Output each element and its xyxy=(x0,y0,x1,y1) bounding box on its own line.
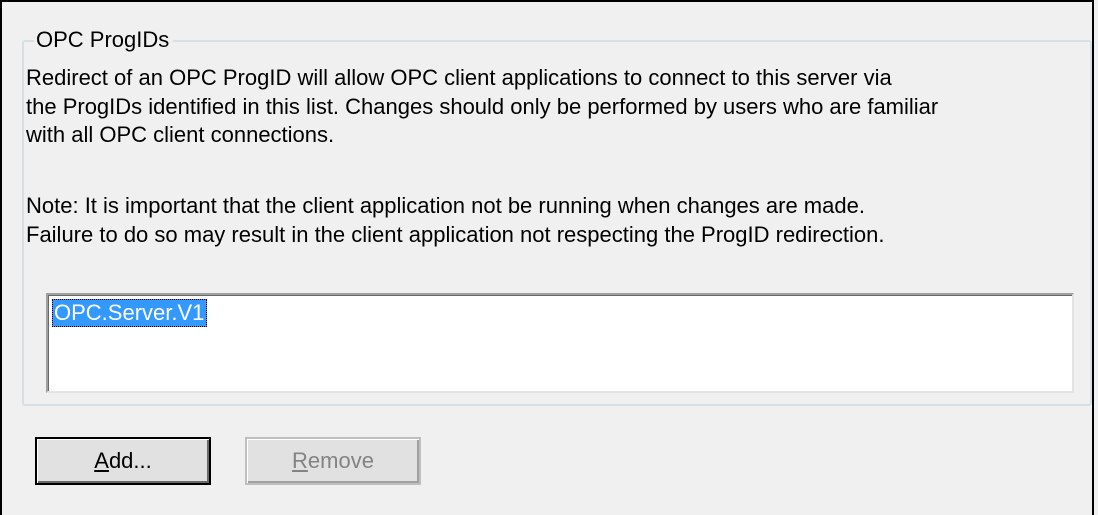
progid-listbox[interactable]: OPC.Server.V1 xyxy=(46,293,1074,393)
note-text: Note: It is important that the client ap… xyxy=(26,192,1086,249)
description-line: the ProgIDs identified in this list. Cha… xyxy=(26,93,939,119)
remove-button[interactable]: Remove xyxy=(245,437,421,485)
description-line: Redirect of an OPC ProgID will allow OPC… xyxy=(26,65,892,90)
remove-button-mnemonic: R xyxy=(292,448,308,473)
note-line: Failure to do so may result in the clien… xyxy=(26,221,885,247)
add-button[interactable]: Add... xyxy=(35,437,211,485)
add-button-mnemonic: A xyxy=(94,448,109,473)
note-line: Note: It is important that the client ap… xyxy=(26,193,865,218)
description-line: with all OPC client connections. xyxy=(26,122,335,147)
add-button-label: dd... xyxy=(108,448,152,473)
remove-button-label: emove xyxy=(307,448,374,473)
groupbox-title: OPC ProgIDs xyxy=(34,23,174,57)
list-item-progid[interactable]: OPC.Server.V1 xyxy=(52,299,208,327)
description-text: Redirect of an OPC ProgID will allow OPC… xyxy=(26,64,1086,150)
